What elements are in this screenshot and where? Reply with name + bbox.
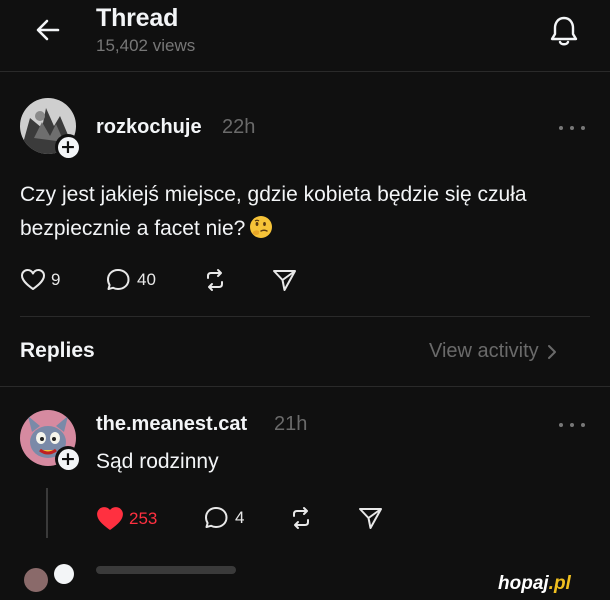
replies-heading: Replies [20,339,95,362]
divider [0,386,610,387]
reply-text: Sąd rodzinny [96,450,219,473]
notifications-button[interactable] [545,12,583,50]
reply-share-button[interactable] [358,506,384,530]
watermark-text: hopaj [498,573,549,594]
reply-more-button[interactable] [557,415,587,435]
reply-like-button[interactable]: 253 [96,506,157,532]
reply-repost-button[interactable] [288,506,314,530]
divider [20,316,590,317]
view-activity-link[interactable]: View activity [429,340,557,363]
like-count: 9 [51,270,61,289]
send-icon [359,508,382,529]
dot [559,423,563,427]
top-bar: Thread 15,402 views [0,0,610,72]
thinking-face-icon [250,216,273,238]
back-button[interactable] [32,14,64,46]
watermark-suffix: .pl [548,573,571,594]
heart-icon [21,269,45,290]
post-more-button[interactable] [557,118,587,138]
like-button[interactable]: 9 [20,268,60,292]
page-title: Thread [96,4,179,32]
send-icon [273,270,296,291]
dot [559,126,563,130]
thread-line [46,488,48,538]
reply-username[interactable]: the.meanest.cat [96,413,247,436]
follow-badge[interactable]: + [55,446,81,472]
reply-like-count: 253 [129,509,158,528]
post-timestamp: 22h [222,116,256,138]
chevron-right-icon [547,344,556,359]
dot [570,126,574,130]
view-count: 15,402 views [96,36,196,55]
plus-icon: + [57,448,79,470]
plus-icon: + [57,136,79,158]
bell-icon [550,16,578,46]
post-body: Czy jest jakiejś miejsce, gdzie kobieta … [20,178,580,246]
comment-button[interactable]: 40 [106,268,156,292]
heart-filled-icon [97,507,123,530]
watermark-logo: hopaj.pl [498,573,571,595]
repost-icon [293,507,309,529]
reply-comment-count: 4 [235,508,245,527]
comment-icon [205,507,228,528]
repost-icon [207,269,223,291]
post-username[interactable]: rozkochuje [96,116,202,139]
share-button[interactable] [272,268,298,292]
repost-button[interactable] [202,268,228,292]
comment-icon [107,269,130,290]
reply-comment-button[interactable]: 4 [204,506,244,530]
follow-badge[interactable]: + [55,134,81,160]
view-activity-label: View activity [429,340,539,362]
dot [581,126,585,130]
arrow-left-icon [36,19,60,41]
dot [581,423,585,427]
reply-timestamp: 21h [274,413,308,435]
comment-count: 40 [137,270,156,289]
dot [570,423,574,427]
